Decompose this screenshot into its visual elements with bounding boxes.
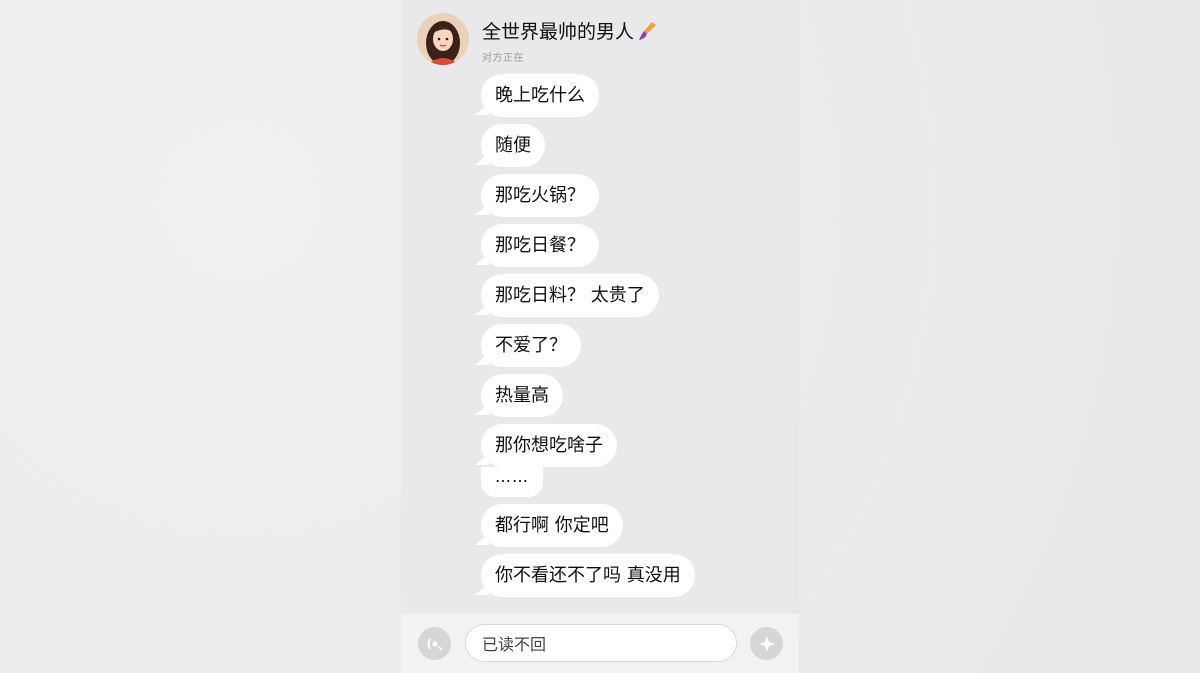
voice-icon	[427, 638, 443, 651]
message-bubble[interactable]: 晚上吃什么	[481, 74, 599, 117]
message-bubble[interactable]: 不爱了？	[481, 324, 581, 367]
typing-status: 对方正在	[482, 53, 524, 64]
avatar-illustration	[417, 13, 469, 65]
message-bubble[interactable]: 你不看还不了吗 真没用	[481, 554, 695, 597]
sparkle-button[interactable]	[750, 627, 783, 660]
message-bubble[interactable]: 那你想吃啥子	[481, 424, 617, 467]
chat-screen: 全世界最帅的男人 对方正在 晚上吃什么随便那吃火锅？ 那吃日餐？ 那吃日料？ 太贵了…	[401, 0, 799, 673]
message-bubble[interactable]: 随便	[481, 124, 545, 167]
message-bubble[interactable]: 热量高	[481, 374, 563, 417]
contact-name-text: 全世界最帅的男人	[482, 21, 635, 43]
contact-name: 全世界最帅的男人	[482, 17, 658, 44]
voice-button[interactable]	[418, 627, 451, 660]
message-bubble[interactable]: 都行啊 你定吧	[481, 504, 623, 547]
chat-header: 全世界最帅的男人 对方正在	[401, 0, 799, 70]
message-bubble[interactable]: 那吃火锅？	[481, 174, 599, 217]
message-bubble[interactable]: 那吃日餐？	[481, 224, 599, 267]
sparkle-icon	[758, 635, 775, 652]
message-bubble-ellipsis[interactable]: ……	[481, 467, 543, 497]
message-input[interactable]	[465, 624, 737, 662]
message-bubble[interactable]: 那吃日料？ 太贵了	[481, 274, 659, 317]
input-bar	[401, 614, 799, 673]
contact-avatar[interactable]	[417, 13, 469, 65]
paintbrush-icon	[636, 20, 658, 42]
